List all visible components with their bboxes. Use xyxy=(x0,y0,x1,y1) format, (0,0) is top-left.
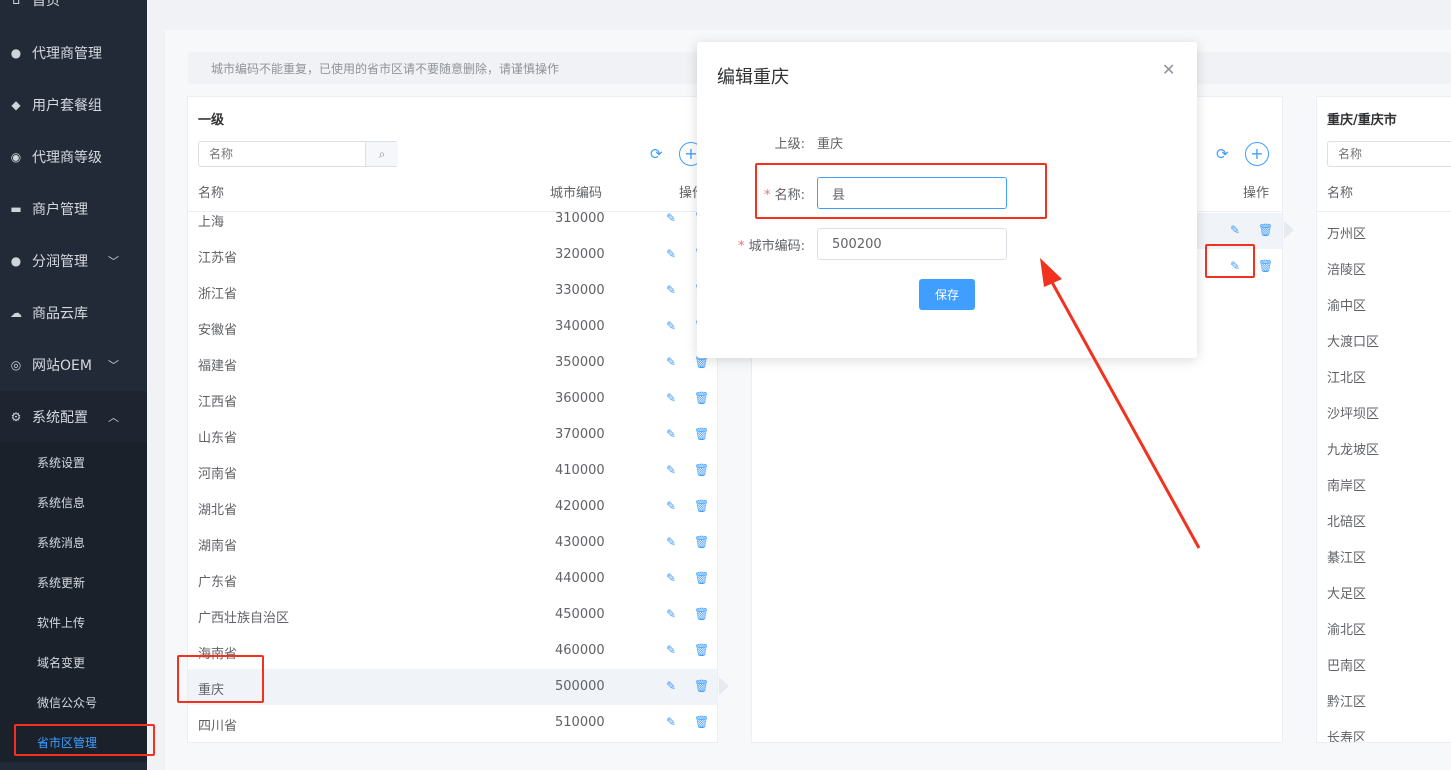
annotation-arrow xyxy=(1040,258,1201,549)
